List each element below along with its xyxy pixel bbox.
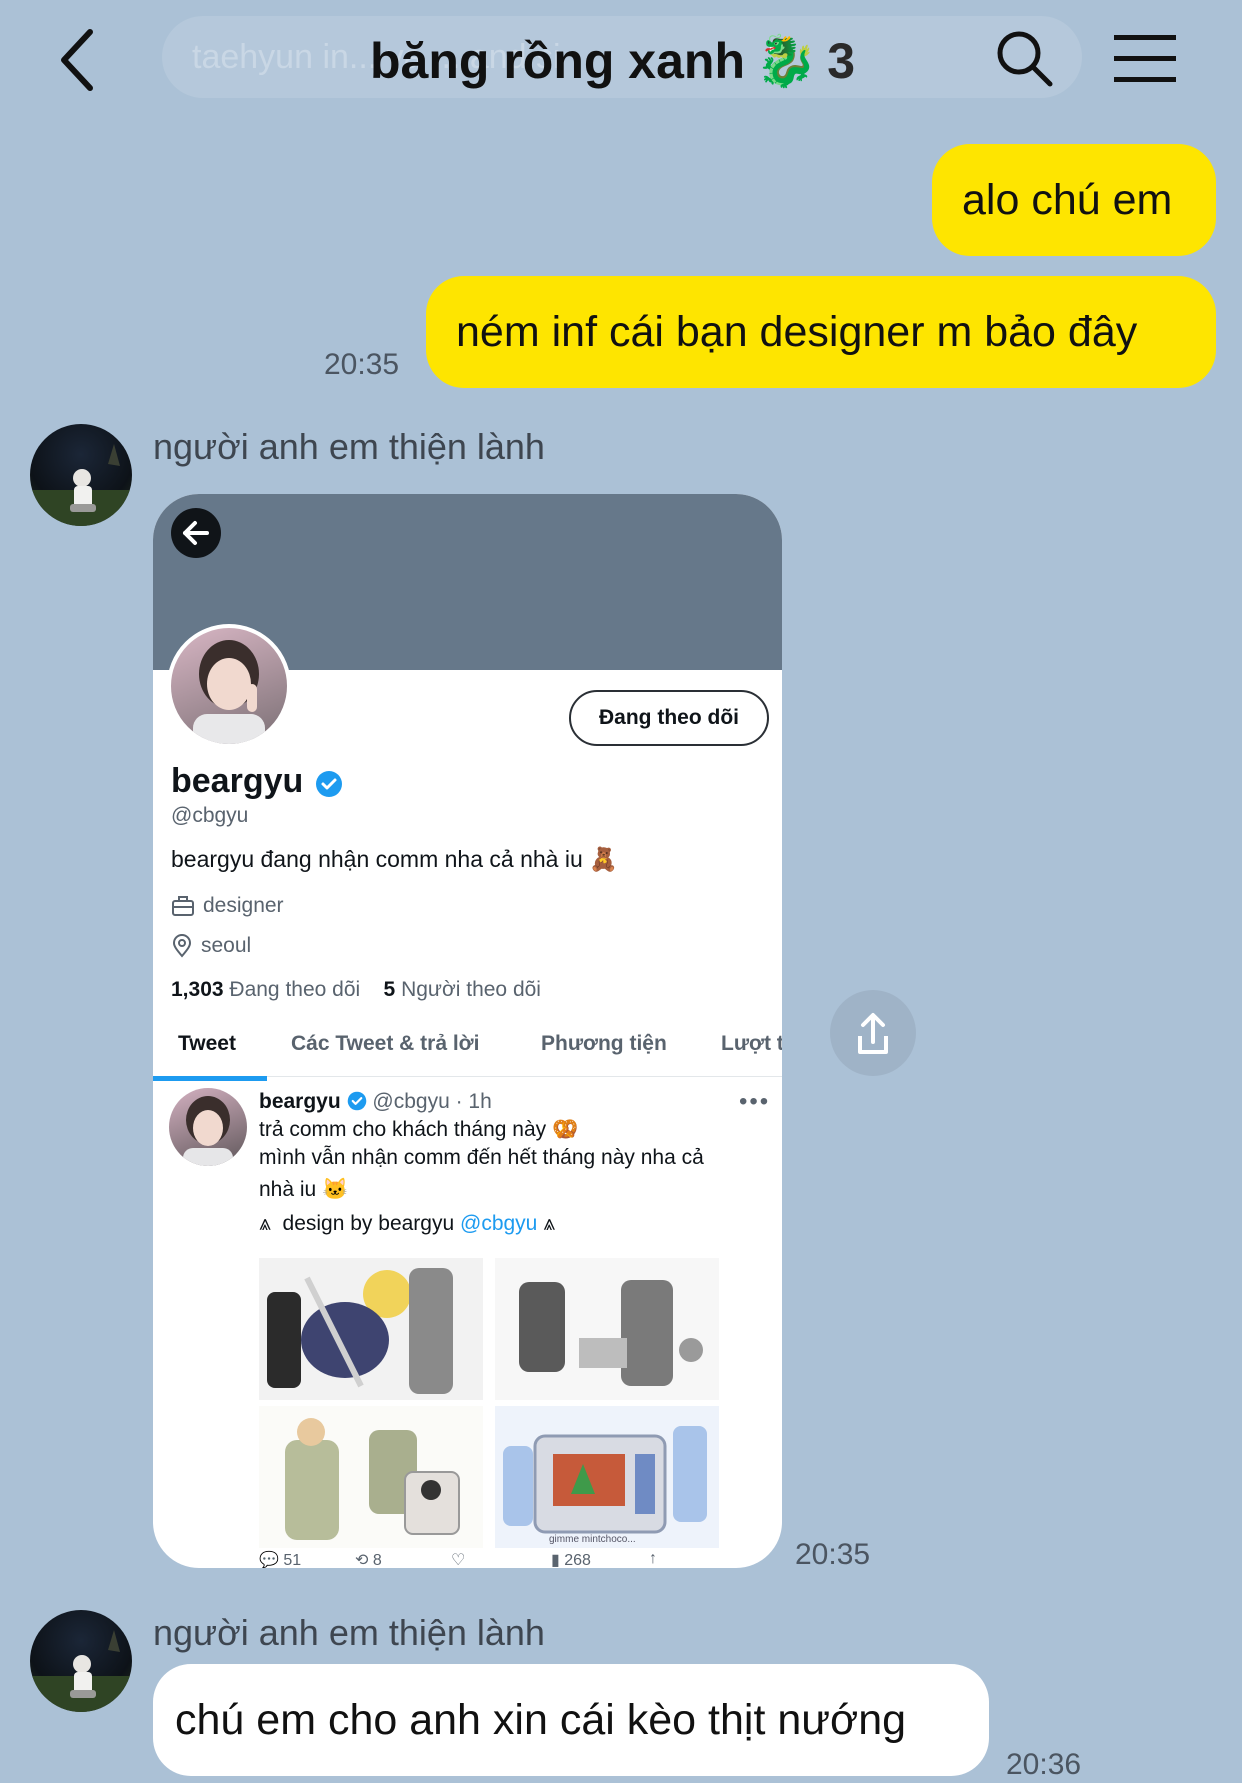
arrow-left-icon xyxy=(183,521,209,545)
shared-screenshot[interactable]: Đang theo dõi beargyu @cbgyu beargyu đan… xyxy=(153,494,782,1568)
views-action[interactable]: ▮ 268 xyxy=(551,1550,591,1568)
verified-badge-icon xyxy=(315,770,343,798)
tweet-text-line: trả comm cho khách tháng này 🥨 xyxy=(259,1118,579,1141)
credit-mention-link[interactable]: @cbgyu xyxy=(460,1212,537,1235)
message-text: chú em cho anh xin cái kèo thịt nướng xyxy=(175,1696,907,1744)
media-image-2[interactable] xyxy=(495,1258,719,1400)
retweet-action[interactable]: ⟲ 8 xyxy=(355,1550,382,1568)
tweet-credit: ⩓ design by beargyu @cbgyu ⩓ xyxy=(259,1212,555,1236)
tab-likes[interactable]: Lượt t xyxy=(721,1032,782,1056)
share-action[interactable]: ↑ xyxy=(649,1550,657,1568)
tweet-actions: 💬 51 ⟲ 8 ♡ ▮ 268 ↑ xyxy=(259,1550,729,1568)
chat-header: taehyun in... và ... and si băng rồng xa… xyxy=(0,0,1242,120)
followers-label[interactable]: Người theo dõi xyxy=(401,978,541,1001)
friend-avatar[interactable] xyxy=(30,1610,132,1712)
following-count: 1,303 xyxy=(171,978,224,1001)
message-timestamp: 20:36 xyxy=(1006,1748,1082,1781)
media-image-4[interactable]: gimme mintchoco... xyxy=(495,1406,719,1548)
message-text: ném inf cái bạn designer m bảo đây xyxy=(456,308,1138,356)
back-icon xyxy=(61,29,93,91)
tweet-header: beargyu @cbgyu · 1h xyxy=(259,1090,492,1114)
message-text: alo chú em xyxy=(962,176,1173,224)
avatar-photo xyxy=(30,1630,132,1712)
message-bubble-sent[interactable]: ném inf cái bạn designer m bảo đây xyxy=(426,276,1216,388)
briefcase-icon xyxy=(172,896,194,916)
profile-location: seoul xyxy=(171,934,251,958)
followers-count: 5 xyxy=(383,978,396,1001)
back-button[interactable] xyxy=(48,22,112,98)
tweet-author-name[interactable]: beargyu xyxy=(259,1090,341,1113)
tweet-media-grid: gimme mintchoco... xyxy=(259,1258,719,1548)
sparkle-icon: ⩓ xyxy=(543,1212,556,1235)
room-title: băng rồng xanh 🐉 3 xyxy=(370,28,890,94)
search-icon xyxy=(997,31,1053,87)
tweet-text-line: mình vẫn nhận comm đến hết tháng này nha… xyxy=(259,1146,704,1169)
room-name: băng rồng xanh xyxy=(370,33,745,89)
location-label: seoul xyxy=(201,934,252,957)
profile-work: designer xyxy=(171,894,284,918)
tab-tweets[interactable]: Tweet xyxy=(178,1032,236,1056)
tweet-text-line: nhà iu 🐱 xyxy=(259,1178,349,1201)
profile-tabs: Tweet Các Tweet & trả lời Phương tiện Lư… xyxy=(153,1016,782,1077)
follow-stats: 1,303 Đang theo dõi 5 Người theo dõi xyxy=(171,978,541,1002)
profile-bio: beargyu đang nhận comm nha cả nhà iu 🧸 xyxy=(171,846,618,872)
share-button[interactable] xyxy=(830,990,916,1076)
profile-avatar[interactable] xyxy=(167,624,291,748)
friend-avatar[interactable] xyxy=(30,424,132,526)
media-image-3[interactable] xyxy=(259,1406,483,1548)
profile-handle: @cbgyu xyxy=(171,804,249,827)
sender-name: người anh em thiện lành xyxy=(153,1612,545,1653)
work-label: designer xyxy=(203,894,284,917)
message-bubble-received[interactable]: chú em cho anh xin cái kèo thịt nướng xyxy=(153,1664,989,1776)
media-caption: gimme mintchoco... xyxy=(549,1534,636,1545)
search-button[interactable] xyxy=(992,26,1056,90)
menu-button[interactable] xyxy=(1112,32,1178,86)
dragon-emoji: 🐉 xyxy=(755,33,818,89)
message-timestamp: 20:35 xyxy=(324,348,400,381)
share-icon xyxy=(858,1013,888,1054)
tab-media[interactable]: Phương tiện xyxy=(541,1032,667,1056)
sender-name: người anh em thiện lành xyxy=(153,426,545,467)
message-timestamp: 20:35 xyxy=(795,1538,871,1571)
avatar-photo xyxy=(30,444,132,526)
tweet-age: · 1h xyxy=(455,1090,492,1113)
tweet-author-handle[interactable]: @cbgyu xyxy=(372,1090,449,1113)
media-image-1[interactable] xyxy=(259,1258,483,1400)
menu-icon xyxy=(1114,35,1176,82)
verified-badge-icon xyxy=(347,1091,366,1111)
profile-back-button[interactable] xyxy=(171,508,221,558)
reply-action[interactable]: 💬 51 xyxy=(259,1550,301,1568)
reply-count: 51 xyxy=(283,1552,302,1568)
credit-text: design by beargyu xyxy=(282,1212,455,1235)
active-tab-indicator xyxy=(153,1076,267,1081)
more-options-icon[interactable]: ••• xyxy=(739,1088,770,1116)
sparkle-icon: ⩓ xyxy=(259,1212,271,1235)
profile-avatar-photo xyxy=(193,640,265,744)
views-count: 268 xyxy=(564,1552,591,1568)
following-label[interactable]: Đang theo dõi xyxy=(229,978,360,1001)
tweet-avatar-photo xyxy=(183,1096,233,1166)
member-count: 3 xyxy=(827,33,856,89)
tweet[interactable]: beargyu @cbgyu · 1h ••• trả comm cho khá… xyxy=(153,1088,782,1568)
message-bubble-sent[interactable]: alo chú em xyxy=(932,144,1216,256)
retweet-count: 8 xyxy=(372,1552,382,1568)
location-pin-icon xyxy=(172,934,192,958)
following-button[interactable]: Đang theo dõi xyxy=(569,690,769,746)
profile-name: beargyu xyxy=(171,762,304,800)
tab-replies[interactable]: Các Tweet & trả lời xyxy=(291,1032,479,1056)
like-action[interactable]: ♡ xyxy=(451,1550,465,1568)
tweet-avatar[interactable] xyxy=(169,1088,247,1166)
